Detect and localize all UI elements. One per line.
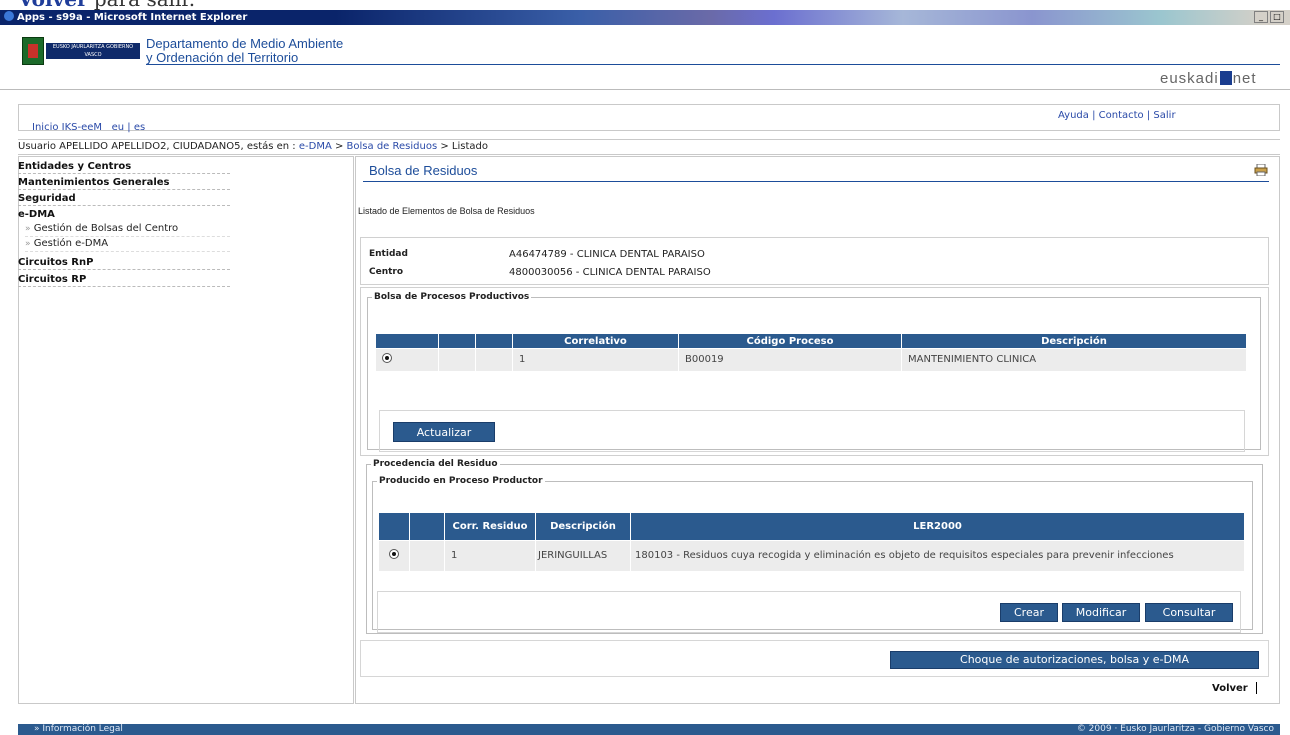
create-button[interactable]: Crear bbox=[1000, 603, 1058, 622]
producer-legend: Producido en Proceso Productor bbox=[379, 476, 543, 486]
cell-correlativo: 1 bbox=[512, 348, 679, 371]
check-authorizations-button[interactable]: Choque de autorizaciones, bolsa y e-DMA bbox=[890, 651, 1259, 669]
sidebar-item-rp[interactable]: Circuitos RP bbox=[18, 273, 230, 287]
header-bottom-line bbox=[0, 89, 1290, 90]
home-link[interactable]: Inicio IKS-eeM bbox=[32, 122, 102, 133]
col-header-corr[interactable]: Corr. Residuo bbox=[444, 512, 536, 541]
sidebar-item-mantenimientos[interactable]: Mantenimientos Generales bbox=[18, 176, 230, 190]
col-header bbox=[375, 333, 439, 349]
sidebar-item-entidades[interactable]: Entidades y Centros bbox=[18, 160, 230, 174]
text-cursor bbox=[1256, 682, 1257, 694]
sidebar-subitem-gestion-edma[interactable]: » Gestión e-DMA bbox=[25, 237, 230, 252]
lang-es-link[interactable]: es bbox=[134, 122, 145, 133]
update-button-box bbox=[379, 410, 1245, 452]
entity-label: Entidad bbox=[369, 249, 408, 259]
header-divider bbox=[146, 64, 1280, 65]
entity-box: Entidad A46474789 - CLINICA DENTAL PARAI… bbox=[360, 237, 1269, 285]
processes-legend: Bolsa de Procesos Productivos bbox=[374, 292, 530, 302]
footer-bar: » Información Legal © 2009 · Eusko Jaurl… bbox=[18, 724, 1280, 735]
col-header-descripcion[interactable]: Descripción bbox=[535, 512, 631, 541]
page-subtitle: Listado de Elementos de Bolsa de Residuo… bbox=[358, 206, 535, 216]
update-button[interactable]: Actualizar bbox=[393, 422, 495, 442]
help-link[interactable]: Ayuda bbox=[1058, 110, 1089, 121]
exit-link[interactable]: Salir bbox=[1153, 110, 1175, 121]
cell-codigo: B00019 bbox=[678, 348, 902, 371]
table-row[interactable]: 1 B00019 MANTENIMIENTO CLINICA bbox=[375, 348, 1247, 371]
col-header-descripcion[interactable]: Descripción bbox=[901, 333, 1247, 349]
processes-table: Correlativo Código Proceso Descripción 1… bbox=[375, 333, 1247, 371]
cell-descripcion: MANTENIMIENTO CLINICA bbox=[901, 348, 1247, 371]
window-controls: _ □ bbox=[1254, 11, 1286, 23]
col-header bbox=[378, 512, 410, 541]
minimize-button[interactable]: _ bbox=[1254, 11, 1268, 23]
col-header bbox=[438, 333, 476, 349]
legal-link[interactable]: » Información Legal bbox=[34, 724, 123, 735]
copyright-text: © 2009 · Eusko Jaurlaritza - Gobierno Va… bbox=[1076, 724, 1274, 734]
contact-link[interactable]: Contacto bbox=[1099, 110, 1144, 121]
lang-eu-link[interactable]: eu bbox=[112, 122, 125, 133]
title-underline bbox=[363, 181, 1269, 182]
window-title: Apps - s99a - Microsoft Internet Explore… bbox=[17, 12, 248, 23]
top-nav-right: Ayuda | Contacto | Salir bbox=[1058, 110, 1176, 121]
print-icon[interactable] bbox=[1254, 164, 1268, 176]
breadcrumb: Usuario APELLIDO APELLIDO2, CIUDADANO5, … bbox=[18, 141, 488, 152]
cell-corr: 1 bbox=[444, 540, 536, 571]
row-radio[interactable] bbox=[388, 549, 399, 560]
modify-button[interactable]: Modificar bbox=[1062, 603, 1140, 622]
breadcrumb-bolsa[interactable]: Bolsa de Residuos bbox=[347, 141, 438, 152]
processes-box: Bolsa de Procesos Productivos Correlativ… bbox=[360, 287, 1269, 456]
double-chevron-icon: » bbox=[34, 724, 40, 734]
gobierno-vasco-logo: EUSKO JAURLARITZA GOBIERNO VASCO bbox=[22, 37, 140, 65]
breadcrumb-edma[interactable]: e-DMA bbox=[299, 141, 332, 152]
row-radio[interactable] bbox=[381, 353, 392, 364]
sidebar-item-seguridad[interactable]: Seguridad bbox=[18, 192, 230, 206]
breadcrumb-current: Listado bbox=[451, 141, 488, 152]
sidebar-subitem-bolsas[interactable]: » Gestión de Bolsas del Centro bbox=[25, 222, 230, 237]
center-label: Centro bbox=[369, 267, 404, 277]
consult-button[interactable]: Consultar bbox=[1145, 603, 1233, 622]
cell-ler2000: 180103 - Residuos cuya recogida y elimin… bbox=[630, 540, 1245, 571]
center-value: 4800030056 - CLINICA DENTAL PARAISO bbox=[509, 267, 711, 278]
sidebar-item-rnp[interactable]: Circuitos RnP bbox=[18, 256, 230, 270]
col-header-ler2000[interactable]: LER2000 bbox=[630, 512, 1245, 541]
ie-icon bbox=[4, 11, 14, 21]
col-header-codigo[interactable]: Código Proceso bbox=[678, 333, 902, 349]
entity-value: A46474789 - CLINICA DENTAL PARAISO bbox=[509, 249, 705, 260]
page-title: Bolsa de Residuos bbox=[369, 163, 478, 178]
maximize-button[interactable]: □ bbox=[1270, 11, 1284, 23]
department-name: Departamento de Medio Ambiente y Ordenac… bbox=[146, 36, 344, 65]
top-nav-left: Inicio IKS-eeM eu | es bbox=[32, 122, 146, 133]
residues-table: Corr. Residuo Descripción LER2000 1 JERI… bbox=[378, 512, 1245, 571]
col-header bbox=[409, 512, 445, 541]
back-link[interactable]: Volver bbox=[1212, 683, 1248, 694]
col-header bbox=[475, 333, 513, 349]
window-titlebar: Apps - s99a - Microsoft Internet Explore… bbox=[0, 10, 1290, 25]
double-chevron-icon: » bbox=[25, 239, 31, 249]
cell-descripcion: JERINGUILLAS bbox=[535, 540, 631, 571]
sidebar-item-edma[interactable]: e-DMA bbox=[18, 208, 230, 221]
table-row[interactable]: 1 JERINGUILLAS 180103 - Residuos cuya re… bbox=[378, 540, 1245, 571]
double-chevron-icon: » bbox=[25, 224, 31, 234]
origin-legend: Procedencia del Residuo bbox=[373, 459, 498, 469]
euskadi-net-logo: euskadi net bbox=[1160, 70, 1257, 87]
back-hint-text: Volver para salir. bbox=[18, 0, 195, 10]
col-header-correlativo[interactable]: Correlativo bbox=[512, 333, 679, 349]
